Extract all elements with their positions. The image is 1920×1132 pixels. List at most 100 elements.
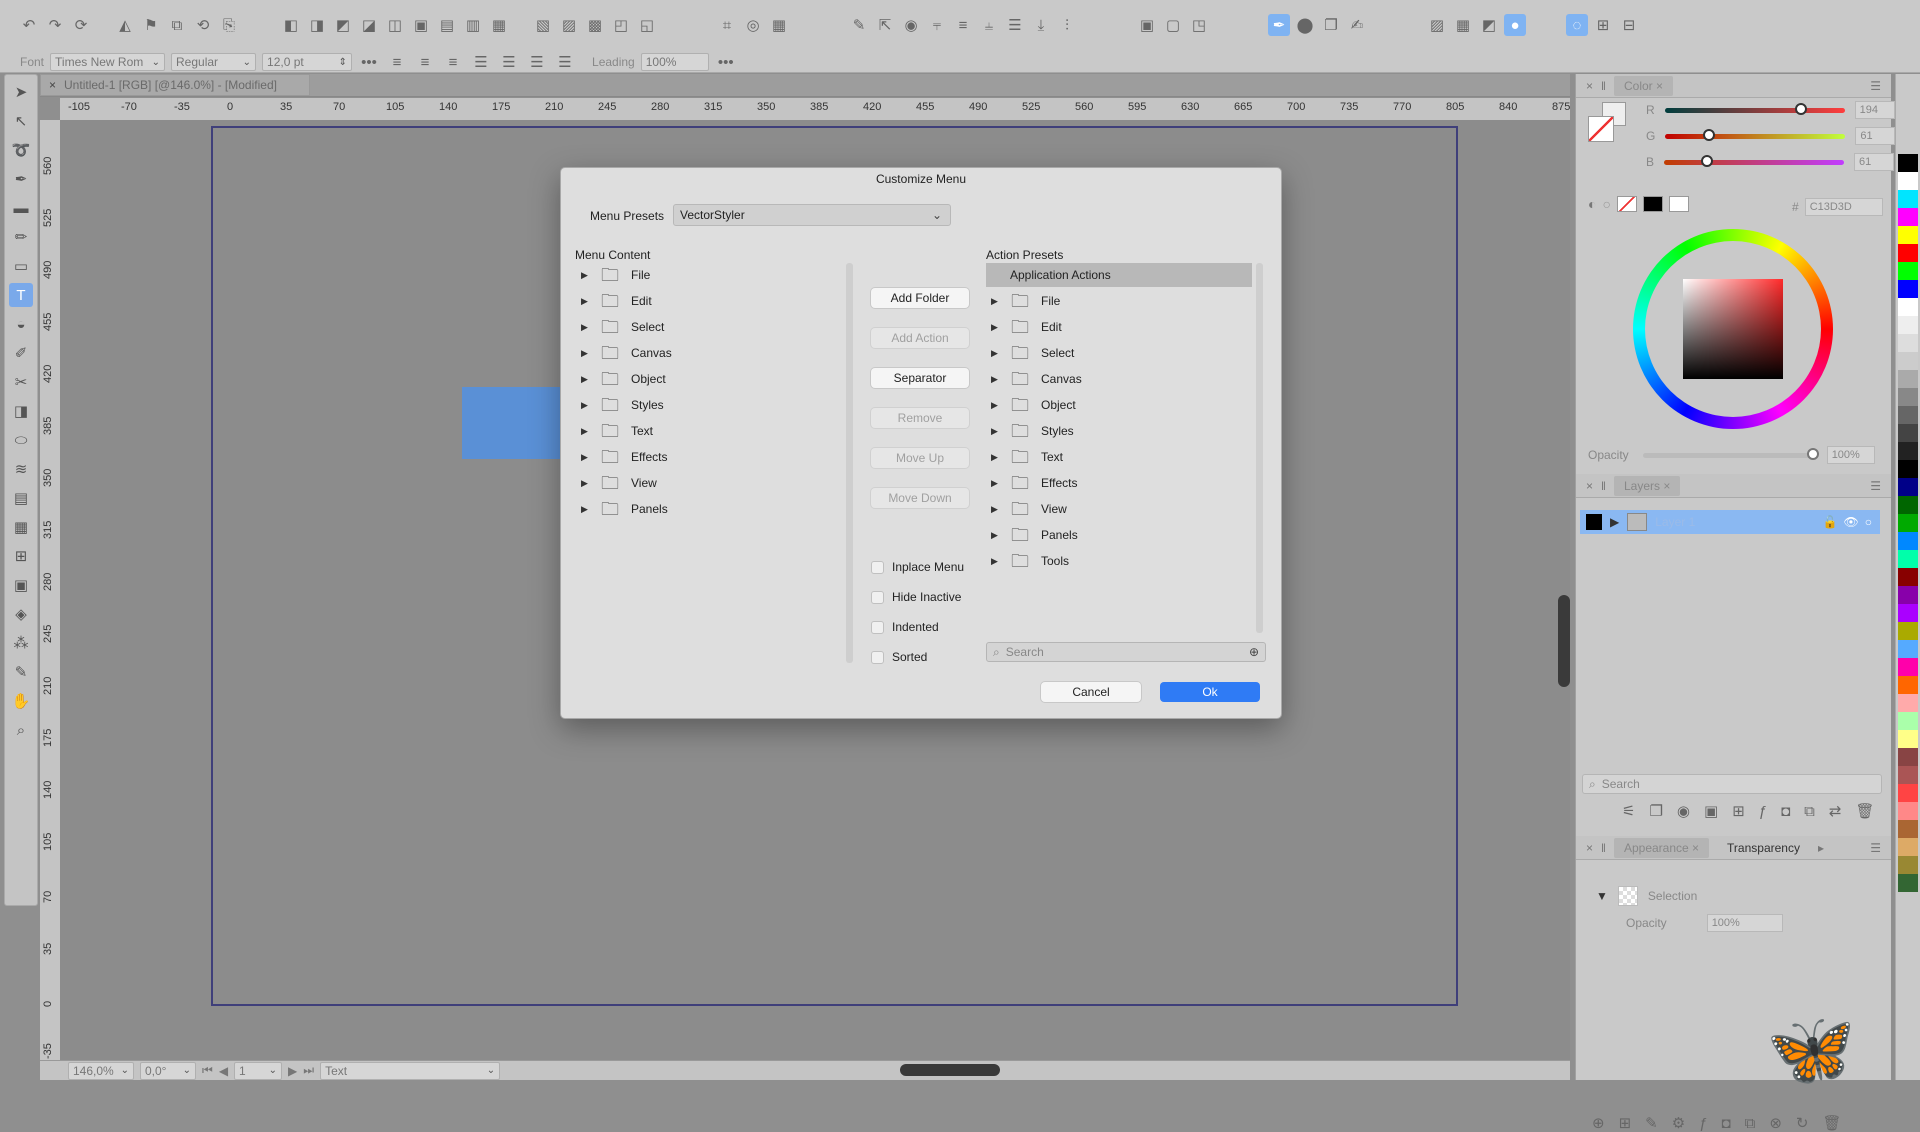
color-picker-icon[interactable]: ◐	[1588, 196, 1596, 212]
brush-icon[interactable]: ✎	[1645, 1114, 1658, 1132]
refresh-icon[interactable]: ⟳	[70, 14, 92, 36]
color-swatch[interactable]	[1898, 262, 1918, 280]
zoom-tool-icon[interactable]: ⌕	[9, 718, 33, 742]
distribute-vertical-icon[interactable]: ⫶	[1056, 14, 1078, 36]
drag-handle-icon[interactable]: ‖	[1601, 841, 1606, 855]
color-swatch[interactable]	[1898, 532, 1918, 550]
clear-icon[interactable]: ⊗	[1769, 1114, 1782, 1132]
lock-icon[interactable]: 🔓	[1823, 515, 1838, 529]
page-select[interactable]: 1 ⌄	[234, 1061, 283, 1080]
color-swatch[interactable]	[1898, 694, 1918, 712]
crop-icon[interactable]: ▥	[462, 14, 484, 36]
menu-content-item-select[interactable]: ▶ 🗀 Select	[581, 314, 672, 340]
copy-layer-icon[interactable]: ⧉	[1804, 803, 1815, 820]
action-presets-item-canvas[interactable]: ▶ 🗀 Canvas	[991, 366, 1082, 392]
redo-icon[interactable]: ↷	[44, 14, 66, 36]
snap-grid-icon[interactable]: ⊞	[1592, 14, 1614, 36]
color-swatch[interactable]	[1898, 298, 1918, 316]
tab-layers[interactable]: Layers ×	[1613, 475, 1681, 496]
share-icon[interactable]: ⎘	[218, 14, 240, 36]
menu-content-item-canvas[interactable]: ▶ 🗀 Canvas	[581, 340, 672, 366]
frame-icon[interactable]: ▣	[1136, 14, 1158, 36]
slider-knob[interactable]	[1702, 128, 1715, 141]
expand-triangle-icon[interactable]: ▶	[991, 504, 1003, 515]
menu-presets-select[interactable]: VectorStyler ⌄	[673, 204, 951, 226]
trim-icon[interactable]: ▣	[410, 14, 432, 36]
color-wheel[interactable]	[1633, 229, 1833, 429]
color-swatch[interactable]	[1898, 784, 1918, 802]
color-swatch[interactable]	[1898, 676, 1918, 694]
menu-content-item-styles[interactable]: ▶ 🗀 Styles	[581, 392, 672, 418]
font-family-select[interactable]: Times New Rom ⌄	[50, 53, 166, 71]
action-presets-item-text[interactable]: ▶ 🗀 Text	[991, 444, 1082, 470]
flag-icon[interactable]: ⚑	[140, 14, 162, 36]
tab-appearance[interactable]: Appearance ×	[1613, 837, 1710, 858]
move-up-button[interactable]: Move Up	[871, 448, 969, 468]
color-swatch[interactable]	[1898, 226, 1918, 244]
menu-content-item-text[interactable]: ▶ 🗀 Text	[581, 418, 672, 444]
action-presets-item-edit[interactable]: ▶ 🗀 Edit	[991, 314, 1082, 340]
text-tool-icon[interactable]: T	[9, 283, 33, 307]
horizontal-ruler[interactable]: -105 -70 -35 0 35 70 105 140 175 210 245 280 315 350 3…	[60, 98, 1570, 121]
eyedropper-tool-icon[interactable]: ✐	[9, 341, 33, 365]
angle-select[interactable]: 0,0° ⌄	[140, 1061, 196, 1080]
menu-content-item-view[interactable]: ▶ 🗀 View	[581, 470, 672, 496]
next-page-icon[interactable]: ▶	[288, 1064, 297, 1078]
opacity-input[interactable]: 100%	[1826, 446, 1875, 464]
ok-button[interactable]: Ok	[1160, 682, 1260, 702]
merge-icon[interactable]: ▤	[436, 14, 458, 36]
target-circle-icon[interactable]: ○	[1865, 515, 1872, 529]
zoom-select[interactable]: 146,0% ⌄	[68, 1061, 134, 1080]
color-swatch[interactable]	[1898, 586, 1918, 604]
color-swatch[interactable]	[1898, 352, 1918, 370]
action-presets-item-view[interactable]: ▶ 🗀 View	[991, 496, 1082, 522]
flip-icon[interactable]: ◭	[114, 14, 136, 36]
action-presets-item-file[interactable]: ▶ 🗀 File	[991, 288, 1082, 314]
close-icon[interactable]: ×	[1586, 841, 1593, 855]
font-style-select[interactable]: Regular ⌄	[171, 53, 257, 71]
eye-icon[interactable]: 👁	[1844, 515, 1859, 529]
fill-tool-icon[interactable]: ◒	[9, 312, 33, 336]
delete-icon[interactable]: 🗑	[1822, 1114, 1841, 1132]
justify-all-icon[interactable]: ☰	[554, 51, 576, 73]
opacity-slider[interactable]	[1642, 447, 1819, 460]
vertical-scrollbar[interactable]	[1558, 595, 1570, 687]
snap-guides-icon[interactable]: ⊟	[1618, 14, 1640, 36]
add-action-button[interactable]: Add Action	[871, 328, 969, 348]
expand-triangle-icon[interactable]: ▶	[581, 478, 593, 489]
pen-mode-icon[interactable]: ✒	[1268, 14, 1290, 36]
color-swatch[interactable]	[1898, 478, 1918, 496]
remove-button[interactable]: Remove	[871, 408, 969, 428]
action-presets-item-panels[interactable]: ▶ 🗀 Panels	[991, 522, 1082, 548]
hand-tool-icon[interactable]: ✋	[9, 689, 33, 713]
menu-content-item-file[interactable]: ▶ 🗀 File	[581, 262, 672, 288]
add-fill-icon[interactable]: ⊕	[1592, 1114, 1605, 1132]
color-swatch[interactable]	[1898, 640, 1918, 658]
menu-content-item-object[interactable]: ▶ 🗀 Object	[581, 366, 672, 392]
target-icon[interactable]: ◎	[742, 14, 764, 36]
image-tool-icon[interactable]: ▣	[9, 573, 33, 597]
tab-color[interactable]: Color ×	[1613, 75, 1674, 96]
camera-icon[interactable]: ◘	[1722, 1115, 1731, 1132]
spray-tool-icon[interactable]: ⁂	[9, 631, 33, 655]
brush-tool-icon[interactable]: ▬	[9, 196, 33, 220]
layers-search-input[interactable]: ⌕ Search	[1582, 774, 1882, 794]
white-swatch[interactable]	[1668, 196, 1689, 212]
export-icon[interactable]: ⇱	[874, 14, 896, 36]
collapse-triangle-icon[interactable]: ▼	[1596, 889, 1608, 903]
action-presets-item-select[interactable]: ▶ 🗀 Select	[991, 340, 1082, 366]
blue-value-input[interactable]: 61	[1854, 153, 1895, 171]
effects-icon[interactable]: ƒ	[1699, 1115, 1707, 1132]
color-swatch[interactable]	[1898, 802, 1918, 820]
blend-tool-icon[interactable]: ◨	[9, 399, 33, 423]
menu-icon[interactable]: ☰	[1870, 479, 1881, 493]
grid-tool-icon[interactable]: ⊞	[9, 544, 33, 568]
transform-icon[interactable]: ⧉	[166, 14, 188, 36]
expand-triangle-icon[interactable]: ▶	[991, 374, 1003, 385]
saturation-value-square[interactable]	[1683, 279, 1783, 379]
reset-icon[interactable]: ↻	[1796, 1114, 1809, 1132]
move-layer-icon[interactable]: ⇄	[1829, 802, 1842, 820]
color-swatch[interactable]	[1898, 154, 1918, 172]
align-left-icon[interactable]: ≡	[386, 51, 408, 73]
symbol-tool-icon[interactable]: ◈	[9, 602, 33, 626]
